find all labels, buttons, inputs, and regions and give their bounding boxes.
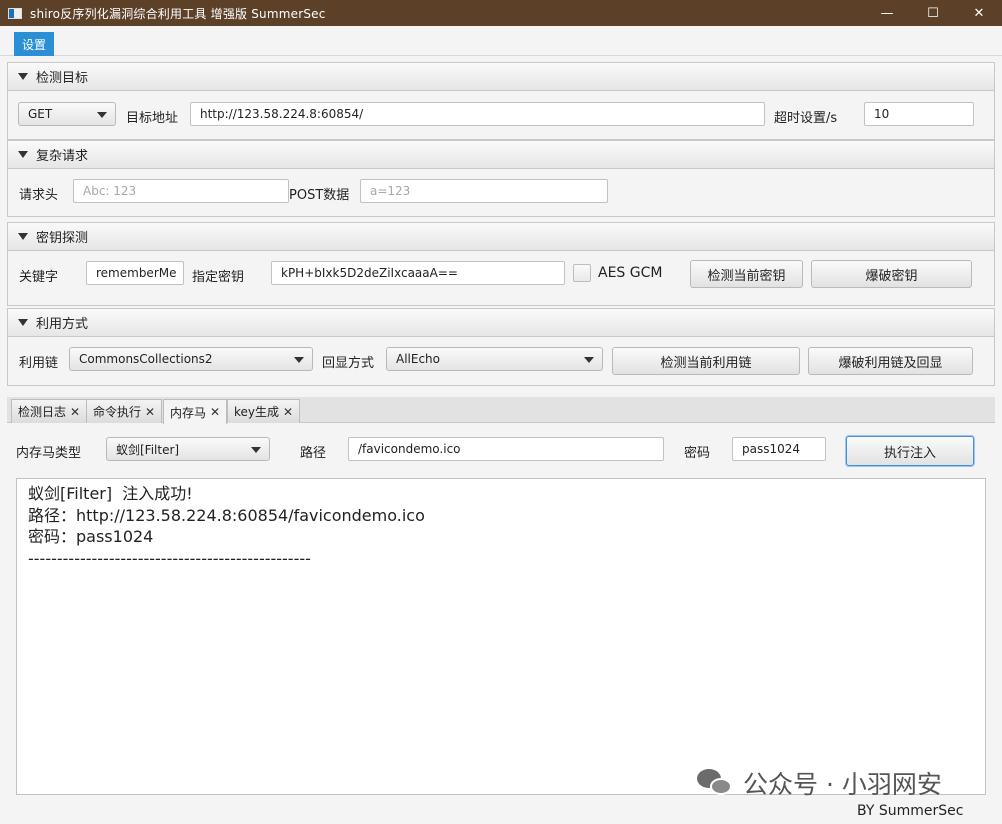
close-icon[interactable]: ✕ bbox=[70, 405, 80, 419]
footer-credit: BY SummerSec bbox=[857, 803, 964, 819]
output-textarea[interactable]: 蚁剑[Filter] 注入成功! 路径：http://123.58.224.8:… bbox=[16, 478, 986, 795]
brute-key-button[interactable]: 爆破密钥 bbox=[811, 260, 972, 288]
timeout-label: 超时设置/s bbox=[774, 111, 838, 126]
panel-complex-header[interactable]: 复杂请求 bbox=[8, 141, 994, 169]
close-icon[interactable]: ✕ bbox=[210, 405, 220, 419]
output-line: 密码：pass1024 bbox=[28, 527, 154, 546]
post-input[interactable]: a=123 bbox=[360, 179, 608, 203]
check-key-button[interactable]: 检测当前密钥 bbox=[690, 260, 803, 288]
title-bar: shiro反序列化漏洞综合利用工具 增强版 SummerSec — ☐ ✕ bbox=[0, 0, 1002, 26]
chevron-down-icon bbox=[97, 112, 107, 118]
panel-exploit: 利用方式 利用链 CommonsCollections2 回显方式 AllEch… bbox=[7, 308, 995, 386]
collapse-arrow-icon bbox=[18, 319, 28, 326]
tab-label: 命令执行 bbox=[93, 405, 142, 419]
url-label: 目标地址 bbox=[126, 111, 179, 126]
chevron-down-icon bbox=[584, 357, 594, 363]
output-line: ----------------------------------------… bbox=[28, 548, 311, 568]
chain-select[interactable]: CommonsCollections2 bbox=[69, 347, 313, 371]
panel-complex: 复杂请求 请求头 Abc: 123 POST数据 a=123 bbox=[7, 140, 995, 217]
post-label: POST数据 bbox=[289, 188, 350, 203]
chain-value: CommonsCollections2 bbox=[79, 352, 213, 366]
tab-label: key生成 bbox=[234, 405, 280, 419]
watermark: 公众号 · 小羽网安 bbox=[697, 766, 942, 800]
inject-button[interactable]: 执行注入 bbox=[846, 436, 974, 466]
panel-target-header[interactable]: 检测目标 bbox=[8, 63, 994, 91]
maximize-button[interactable]: ☐ bbox=[910, 0, 956, 26]
headers-input[interactable]: Abc: 123 bbox=[73, 179, 289, 203]
close-icon[interactable]: ✕ bbox=[283, 405, 293, 419]
password-input[interactable]: pass1024 bbox=[732, 437, 826, 461]
tab-label: 内存马 bbox=[170, 405, 207, 420]
collapse-arrow-icon bbox=[18, 73, 28, 80]
key-input[interactable]: kPH+bIxk5D2deZiIxcaaaA== bbox=[271, 261, 565, 285]
brute-chain-button[interactable]: 爆破利用链及回显 bbox=[808, 347, 973, 375]
url-input[interactable]: http://123.58.224.8:60854/ bbox=[190, 102, 765, 126]
panel-key-header[interactable]: 密钥探测 bbox=[8, 223, 994, 251]
chevron-down-icon bbox=[251, 447, 261, 453]
path-input[interactable]: /favicondemo.ico bbox=[348, 437, 664, 461]
echo-label: 回显方式 bbox=[322, 356, 375, 371]
panel-complex-title: 复杂请求 bbox=[36, 149, 89, 164]
memshell-type-select[interactable]: 蚁剑[Filter] bbox=[106, 437, 270, 461]
password-label: 密码 bbox=[684, 446, 711, 461]
panel-target-title: 检测目标 bbox=[36, 71, 89, 86]
tab-command[interactable]: 命令执行 ✕ bbox=[86, 399, 163, 423]
memshell-type-value: 蚁剑[Filter] bbox=[116, 442, 180, 457]
collapse-arrow-icon bbox=[18, 233, 28, 240]
tab-log[interactable]: 检测日志 ✕ bbox=[11, 399, 88, 423]
menu-settings[interactable]: 设置 bbox=[14, 32, 54, 56]
output-line: 蚁剑[Filter] 注入成功! bbox=[28, 484, 193, 503]
close-button[interactable]: ✕ bbox=[956, 0, 1002, 26]
aes-gcm-checkbox[interactable] bbox=[573, 264, 591, 282]
wechat-icon bbox=[697, 767, 735, 799]
collapse-arrow-icon bbox=[18, 151, 28, 158]
close-icon[interactable]: ✕ bbox=[145, 405, 155, 419]
watermark-text: 公众号 · 小羽网安 bbox=[743, 770, 942, 799]
output-line: 路径：http://123.58.224.8:60854/favicondemo… bbox=[28, 505, 425, 525]
panel-key-title: 密钥探测 bbox=[36, 231, 89, 246]
keyword-label: 关键字 bbox=[19, 270, 59, 285]
panel-key: 密钥探测 关键字 rememberMe 指定密钥 kPH+bIxk5D2deZi… bbox=[7, 222, 995, 306]
echo-value: AllEcho bbox=[396, 352, 441, 366]
tab-bar: 检测日志 ✕ 命令执行 ✕ 内存马 ✕ key生成 ✕ bbox=[7, 397, 995, 424]
minimize-button[interactable]: — bbox=[864, 0, 910, 26]
tab-memshell[interactable]: 内存马 ✕ bbox=[163, 399, 228, 424]
method-value: GET bbox=[28, 107, 53, 121]
memshell-type-label: 内存马类型 bbox=[16, 446, 82, 461]
method-select[interactable]: GET bbox=[18, 102, 116, 126]
tab-keygen[interactable]: key生成 ✕ bbox=[227, 399, 301, 423]
key-label: 指定密钥 bbox=[192, 270, 245, 285]
path-label: 路径 bbox=[300, 446, 327, 461]
menu-bar: 设置 bbox=[0, 26, 1002, 56]
app-icon bbox=[8, 7, 22, 19]
window-controls: — ☐ ✕ bbox=[864, 0, 1002, 26]
window-title: shiro反序列化漏洞综合利用工具 增强版 SummerSec bbox=[30, 6, 326, 21]
panel-exploit-title: 利用方式 bbox=[36, 317, 89, 332]
keyword-input[interactable]: rememberMe bbox=[86, 261, 184, 285]
aes-gcm-label: AES GCM bbox=[598, 265, 663, 281]
tab-label: 检测日志 bbox=[18, 405, 67, 419]
panel-exploit-header[interactable]: 利用方式 bbox=[8, 309, 994, 337]
chain-label: 利用链 bbox=[19, 356, 59, 371]
echo-select[interactable]: AllEcho bbox=[386, 347, 603, 371]
headers-label: 请求头 bbox=[19, 188, 59, 203]
timeout-input[interactable]: 10 bbox=[864, 102, 974, 126]
check-chain-button[interactable]: 检测当前利用链 bbox=[612, 347, 800, 375]
chevron-down-icon bbox=[294, 357, 304, 363]
panel-target: 检测目标 GET 目标地址 http://123.58.224.8:60854/… bbox=[7, 62, 995, 140]
